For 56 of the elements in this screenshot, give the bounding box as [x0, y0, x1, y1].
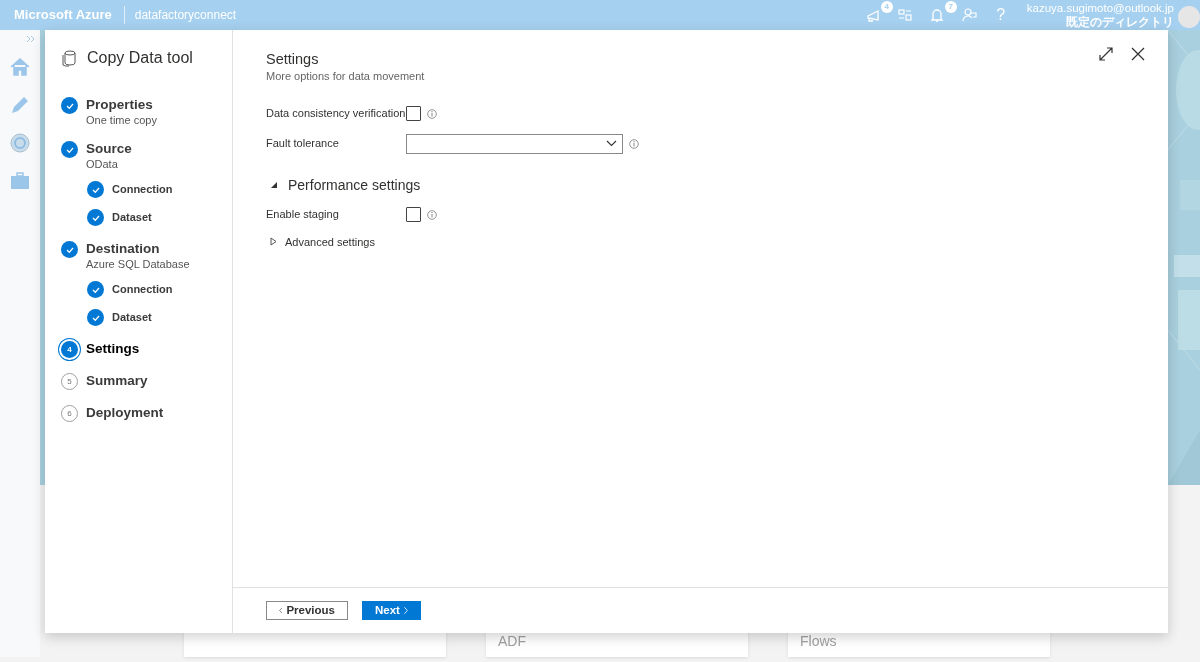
- step-label[interactable]: Deployment: [86, 404, 164, 422]
- section-toggle[interactable]: Performance settings: [288, 174, 421, 196]
- chevron-down-icon: [606, 140, 617, 147]
- card-title: Flows: [800, 632, 837, 651]
- check-icon: [91, 213, 100, 222]
- step-label[interactable]: Connection: [112, 280, 173, 298]
- card-title: ADF: [498, 632, 526, 651]
- close-icon[interactable]: [1130, 46, 1146, 62]
- check-icon: [65, 101, 74, 110]
- chevron-left-icon: [279, 606, 283, 615]
- checkbox[interactable]: [406, 207, 421, 222]
- section-heading: Settings: [266, 50, 319, 68]
- check-icon: [91, 313, 100, 322]
- checkbox[interactable]: [406, 106, 421, 121]
- step-subtitle: OData: [86, 158, 119, 170]
- field-label: Fault tolerance: [266, 136, 340, 152]
- info-icon[interactable]: [427, 209, 437, 220]
- notification-count: 7: [944, 1, 957, 13]
- feedback-icon[interactable]: [864, 7, 881, 23]
- check-icon: [65, 145, 74, 154]
- info-icon[interactable]: [427, 108, 437, 119]
- directory-name: 既定のディレクトリ: [1065, 14, 1174, 29]
- expand-icon[interactable]: [1098, 46, 1114, 62]
- step-label[interactable]: Dataset: [112, 308, 152, 326]
- directory-switch-icon[interactable]: [896, 7, 913, 23]
- dialog-title: Copy Data tool: [87, 48, 193, 68]
- home-icon[interactable]: [8, 55, 32, 79]
- step-label[interactable]: Connection: [112, 180, 173, 198]
- step-label[interactable]: Settings: [86, 340, 140, 358]
- check-icon: [91, 185, 100, 194]
- step-label[interactable]: Dataset: [112, 208, 152, 226]
- check-icon: [65, 245, 74, 254]
- next-button[interactable]: Next: [362, 601, 421, 620]
- previous-button[interactable]: Previous: [266, 601, 348, 620]
- gauge-icon[interactable]: [8, 131, 32, 155]
- check-icon: [91, 285, 100, 294]
- step-label[interactable]: Properties: [86, 96, 157, 114]
- step-label[interactable]: Summary: [86, 372, 148, 390]
- section-toggle[interactable]: Advanced settings: [285, 233, 375, 250]
- notification-bell-icon[interactable]: [928, 7, 945, 23]
- step-label[interactable]: Source: [86, 140, 132, 158]
- person-chat-icon[interactable]: [960, 7, 977, 23]
- dropdown[interactable]: [406, 133, 623, 154]
- field-label: Enable staging: [266, 207, 340, 223]
- collapse-icon[interactable]: [270, 181, 278, 189]
- chevron-right-icon: [403, 606, 408, 615]
- notification-count: 4: [880, 1, 893, 13]
- expand-icon[interactable]: [270, 237, 277, 247]
- database-icon: [61, 49, 77, 67]
- step-label[interactable]: Destination: [86, 240, 190, 258]
- info-icon[interactable]: [629, 138, 639, 149]
- section-description: More options for data movement: [266, 69, 425, 84]
- step-number: 4: [61, 341, 78, 358]
- step-subtitle: One time copy: [86, 114, 157, 126]
- field-label: Data consistency verification: [266, 106, 406, 122]
- step-subtitle: Azure SQL Database: [86, 258, 190, 270]
